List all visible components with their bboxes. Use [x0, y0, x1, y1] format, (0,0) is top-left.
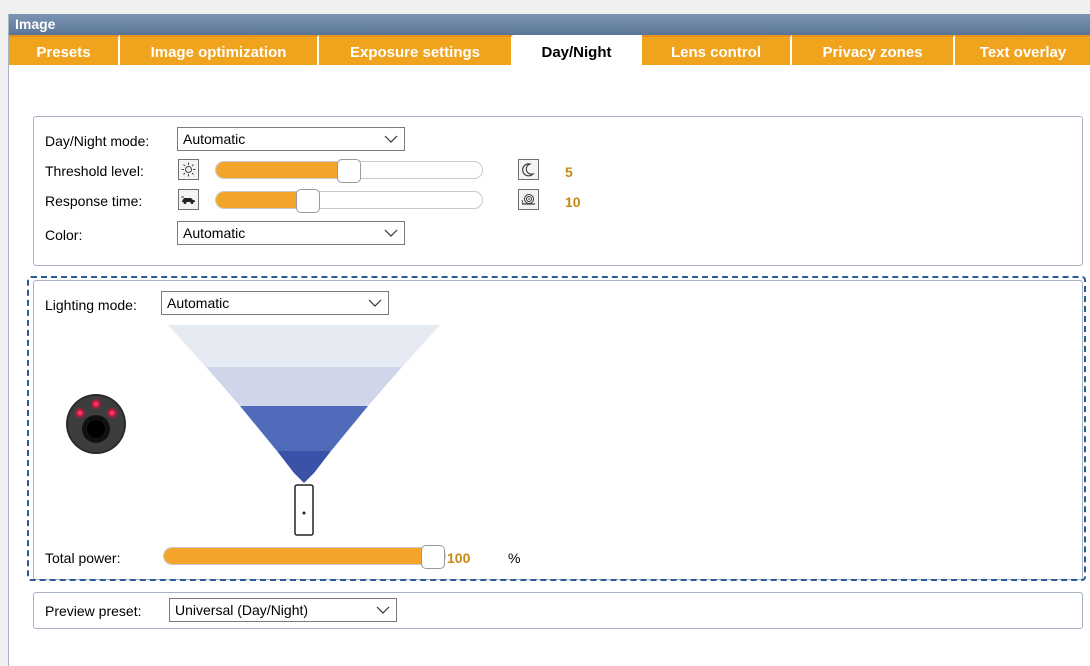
- tab-exposure-settings[interactable]: Exposure settings: [319, 35, 513, 65]
- threshold-slider-thumb[interactable]: [337, 159, 361, 183]
- sun-icon: [178, 159, 199, 180]
- response-time-slider[interactable]: [215, 189, 483, 213]
- threshold-fill: [216, 162, 349, 178]
- tab-presets[interactable]: Presets: [9, 35, 120, 65]
- day-night-panel: Day/Night mode: Automatic Threshold leve…: [33, 116, 1083, 266]
- chevron-down-icon: [384, 135, 398, 143]
- snail-icon: [518, 189, 539, 210]
- response-time-label: Response time:: [45, 193, 143, 209]
- threshold-value: 5: [565, 164, 573, 180]
- response-slider-thumb[interactable]: [296, 189, 320, 213]
- tab-text-overlay[interactable]: Text overlay: [955, 35, 1090, 65]
- lighting-selection-outline: [27, 276, 1086, 581]
- threshold-level-label: Threshold level:: [45, 163, 144, 179]
- day-night-mode-label: Day/Night mode:: [45, 133, 150, 149]
- tab-bar: Presets Image optimization Exposure sett…: [9, 35, 1090, 86]
- image-settings-window: Image Presets Image optimization Exposur…: [8, 14, 1090, 666]
- threshold-level-slider[interactable]: [215, 159, 483, 183]
- car-icon: [178, 189, 199, 210]
- preview-preset-panel: Preview preset: Universal (Day/Night): [33, 592, 1083, 629]
- response-fill: [216, 192, 308, 208]
- tab-image-optimization[interactable]: Image optimization: [120, 35, 319, 65]
- color-label: Color:: [45, 227, 83, 243]
- tab-privacy-zones[interactable]: Privacy zones: [792, 35, 955, 65]
- chevron-down-icon: [376, 606, 390, 614]
- moon-icon: [518, 159, 539, 180]
- response-value: 10: [565, 194, 581, 210]
- preview-preset-label: Preview preset:: [45, 603, 142, 619]
- preview-preset-select[interactable]: Universal (Day/Night): [169, 598, 397, 622]
- preview-preset-value: Universal (Day/Night): [175, 602, 309, 618]
- tab-day-night[interactable]: Day/Night: [513, 35, 642, 65]
- window-title: Image: [9, 14, 1090, 35]
- day-night-mode-value: Automatic: [183, 131, 246, 147]
- tab-lens-control[interactable]: Lens control: [642, 35, 792, 65]
- chevron-down-icon: [384, 229, 398, 237]
- color-select[interactable]: Automatic: [177, 221, 405, 245]
- day-night-mode-select[interactable]: Automatic: [177, 127, 405, 151]
- color-value: Automatic: [183, 225, 246, 241]
